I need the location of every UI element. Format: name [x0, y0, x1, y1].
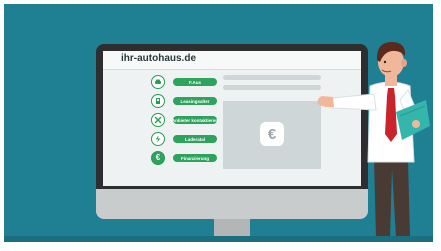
- monitor-stand-base: [184, 236, 280, 242]
- car-icon: [151, 75, 165, 89]
- tools-icon: [151, 113, 165, 127]
- euro-symbol: €: [260, 122, 284, 146]
- scene: ihr-autohaus.de F.Aus Leasingsalter Anbi: [0, 0, 441, 251]
- menu-button-4: Laderatal: [173, 135, 217, 143]
- menu-button-3: Anbieter kontaktieren: [171, 116, 219, 124]
- illustration-background: ihr-autohaus.de F.Aus Leasingsalter Anbi: [4, 4, 433, 242]
- euro-icon: €: [151, 151, 165, 165]
- menu-button-2: Leasingsalter: [173, 97, 217, 105]
- presenter-figure: [317, 42, 430, 242]
- menu-button-1: F.Aus: [173, 78, 217, 86]
- floor-line: [44, 236, 404, 239]
- monitor-stand-neck: [214, 219, 250, 237]
- lightning-icon: [151, 132, 165, 146]
- website-url: ihr-autohaus.de: [121, 53, 197, 64]
- menu-button-5: Finanzierung: [173, 154, 217, 162]
- car-door-icon: [151, 94, 165, 108]
